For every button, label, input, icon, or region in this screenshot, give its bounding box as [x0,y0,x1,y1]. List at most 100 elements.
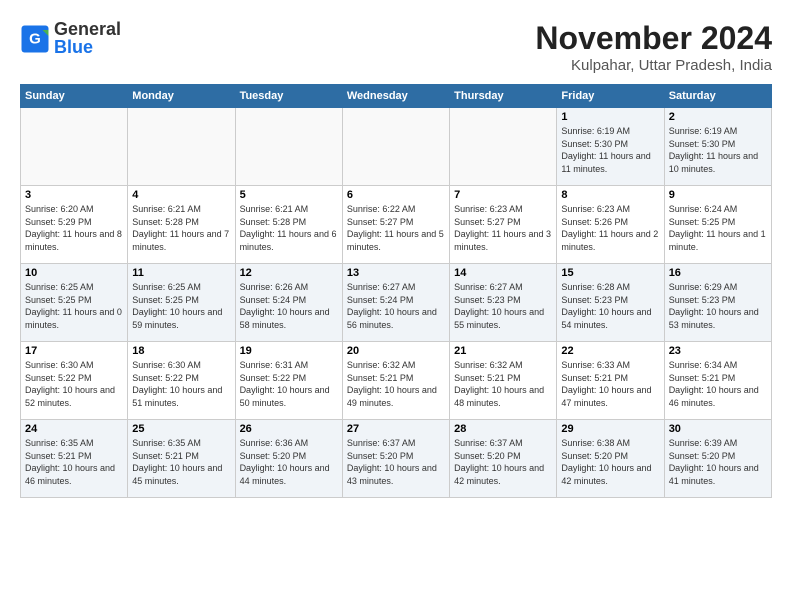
day-info: Sunrise: 6:35 AM Sunset: 5:21 PM Dayligh… [132,437,230,487]
calendar-day-cell: 20Sunrise: 6:32 AM Sunset: 5:21 PM Dayli… [342,342,449,420]
day-info: Sunrise: 6:32 AM Sunset: 5:21 PM Dayligh… [454,359,552,409]
month-title: November 2024 [535,20,772,57]
weekday-header-saturday: Saturday [664,85,771,108]
day-number: 30 [669,423,767,435]
day-number: 17 [25,345,123,357]
logo-icon: G [20,24,50,54]
day-info: Sunrise: 6:31 AM Sunset: 5:22 PM Dayligh… [240,359,338,409]
day-info: Sunrise: 6:33 AM Sunset: 5:21 PM Dayligh… [561,359,659,409]
day-info: Sunrise: 6:27 AM Sunset: 5:23 PM Dayligh… [454,281,552,331]
calendar-day-cell: 29Sunrise: 6:38 AM Sunset: 5:20 PM Dayli… [557,420,664,498]
calendar-day-cell: 24 Sunrise: 6:35 AM Sunset: 5:21 PM Dayli… [21,420,128,498]
day-number: 2 [669,111,767,123]
day-info: Sunrise: 6:34 AM Sunset: 5:21 PM Dayligh… [669,359,767,409]
svg-text:G: G [29,30,41,47]
weekday-header-wednesday: Wednesday [342,85,449,108]
calendar-day-cell: 12 Sunrise: 6:26 AM Sunset: 5:24 PM Dayli… [235,264,342,342]
day-number: 9 [669,189,767,201]
day-number: 23 [669,345,767,357]
day-number: 15 [561,267,659,279]
calendar-day-cell: 9 Sunrise: 6:24 AM Sunset: 5:25 PM Daylig… [664,186,771,264]
calendar-table: SundayMondayTuesdayWednesdayThursdayFrid… [20,84,772,498]
calendar-day-cell: 3 Sunrise: 6:20 AM Sunset: 5:29 PM Daylig… [21,186,128,264]
calendar-day-cell: 17 Sunrise: 6:30 AM Sunset: 5:22 PM Dayli… [21,342,128,420]
calendar-day-cell: 27Sunrise: 6:37 AM Sunset: 5:20 PM Dayli… [342,420,449,498]
weekday-header-monday: Monday [128,85,235,108]
day-info: Sunrise: 6:27 AM Sunset: 5:24 PM Dayligh… [347,281,445,331]
day-info: Sunrise: 6:39 AM Sunset: 5:20 PM Dayligh… [669,437,767,487]
day-info: Sunrise: 6:23 AM Sunset: 5:27 PM Dayligh… [454,203,552,253]
calendar-day-cell: 23 Sunrise: 6:34 AM Sunset: 5:21 PM Dayli… [664,342,771,420]
day-number: 5 [240,189,338,201]
calendar-day-cell: 13 Sunrise: 6:27 AM Sunset: 5:24 PM Dayli… [342,264,449,342]
calendar-day-cell: 25Sunrise: 6:35 AM Sunset: 5:21 PM Dayli… [128,420,235,498]
day-info: Sunrise: 6:20 AM Sunset: 5:29 PM Dayligh… [25,203,123,253]
day-info: Sunrise: 6:32 AM Sunset: 5:21 PM Dayligh… [347,359,445,409]
calendar-week-4: 17 Sunrise: 6:30 AM Sunset: 5:22 PM Dayli… [21,342,772,420]
calendar-day-cell [342,108,449,186]
weekday-header-thursday: Thursday [450,85,557,108]
day-info: Sunrise: 6:25 AM Sunset: 5:25 PM Dayligh… [132,281,230,331]
calendar-day-cell [21,108,128,186]
day-info: Sunrise: 6:35 AM Sunset: 5:21 PM Dayligh… [25,437,123,487]
day-number: 19 [240,345,338,357]
calendar-day-cell: 19 Sunrise: 6:31 AM Sunset: 5:22 PM Dayli… [235,342,342,420]
day-info: Sunrise: 6:29 AM Sunset: 5:23 PM Dayligh… [669,281,767,331]
logo: G General Blue [20,20,121,58]
day-number: 14 [454,267,552,279]
day-number: 6 [347,189,445,201]
calendar-day-cell [235,108,342,186]
day-number: 3 [25,189,123,201]
calendar-day-cell: 18Sunrise: 6:30 AM Sunset: 5:22 PM Dayli… [128,342,235,420]
calendar-week-2: 3 Sunrise: 6:20 AM Sunset: 5:29 PM Daylig… [21,186,772,264]
day-info: Sunrise: 6:22 AM Sunset: 5:27 PM Dayligh… [347,203,445,253]
calendar-day-cell: 28 Sunrise: 6:37 AM Sunset: 5:20 PM Dayli… [450,420,557,498]
calendar-day-cell: 4 Sunrise: 6:21 AM Sunset: 5:28 PM Daylig… [128,186,235,264]
calendar-day-cell: 14 Sunrise: 6:27 AM Sunset: 5:23 PM Dayli… [450,264,557,342]
calendar-day-cell [450,108,557,186]
calendar-week-5: 24 Sunrise: 6:35 AM Sunset: 5:21 PM Dayli… [21,420,772,498]
day-number: 4 [132,189,230,201]
calendar-day-cell: 10Sunrise: 6:25 AM Sunset: 5:25 PM Dayli… [21,264,128,342]
day-number: 12 [240,267,338,279]
day-number: 29 [561,423,659,435]
day-number: 28 [454,423,552,435]
day-number: 27 [347,423,445,435]
title-section: November 2024 Kulpahar, Uttar Pradesh, I… [535,20,772,74]
weekday-header-friday: Friday [557,85,664,108]
logo-line2: Blue [54,38,121,58]
header: G General Blue November 2024 Kulpahar, U… [20,20,772,74]
day-number: 13 [347,267,445,279]
day-number: 22 [561,345,659,357]
day-info: Sunrise: 6:19 AM Sunset: 5:30 PM Dayligh… [561,125,659,175]
day-number: 18 [132,345,230,357]
calendar-day-cell: 7Sunrise: 6:23 AM Sunset: 5:27 PM Daylig… [450,186,557,264]
weekday-header-row: SundayMondayTuesdayWednesdayThursdayFrid… [21,85,772,108]
calendar-day-cell: 5Sunrise: 6:21 AM Sunset: 5:28 PM Daylig… [235,186,342,264]
weekday-header-sunday: Sunday [21,85,128,108]
day-info: Sunrise: 6:37 AM Sunset: 5:20 PM Dayligh… [454,437,552,487]
calendar-day-cell: 15Sunrise: 6:28 AM Sunset: 5:23 PM Dayli… [557,264,664,342]
day-number: 8 [561,189,659,201]
calendar-week-1: 1 Sunrise: 6:19 AM Sunset: 5:30 PM Daylig… [21,108,772,186]
calendar-day-cell: 11Sunrise: 6:25 AM Sunset: 5:25 PM Dayli… [128,264,235,342]
day-info: Sunrise: 6:30 AM Sunset: 5:22 PM Dayligh… [25,359,123,409]
subtitle: Kulpahar, Uttar Pradesh, India [535,57,772,74]
calendar-day-cell [128,108,235,186]
day-info: Sunrise: 6:21 AM Sunset: 5:28 PM Dayligh… [132,203,230,253]
day-info: Sunrise: 6:24 AM Sunset: 5:25 PM Dayligh… [669,203,767,253]
day-number: 1 [561,111,659,123]
day-number: 26 [240,423,338,435]
day-number: 10 [25,267,123,279]
day-info: Sunrise: 6:26 AM Sunset: 5:24 PM Dayligh… [240,281,338,331]
calendar-day-cell: 30 Sunrise: 6:39 AM Sunset: 5:20 PM Dayli… [664,420,771,498]
weekday-header-tuesday: Tuesday [235,85,342,108]
calendar-day-cell: 8 Sunrise: 6:23 AM Sunset: 5:26 PM Daylig… [557,186,664,264]
day-info: Sunrise: 6:23 AM Sunset: 5:26 PM Dayligh… [561,203,659,253]
calendar-day-cell: 1 Sunrise: 6:19 AM Sunset: 5:30 PM Daylig… [557,108,664,186]
day-number: 16 [669,267,767,279]
day-number: 21 [454,345,552,357]
calendar-day-cell: 22 Sunrise: 6:33 AM Sunset: 5:21 PM Dayli… [557,342,664,420]
day-number: 24 [25,423,123,435]
calendar-day-cell: 6 Sunrise: 6:22 AM Sunset: 5:27 PM Daylig… [342,186,449,264]
